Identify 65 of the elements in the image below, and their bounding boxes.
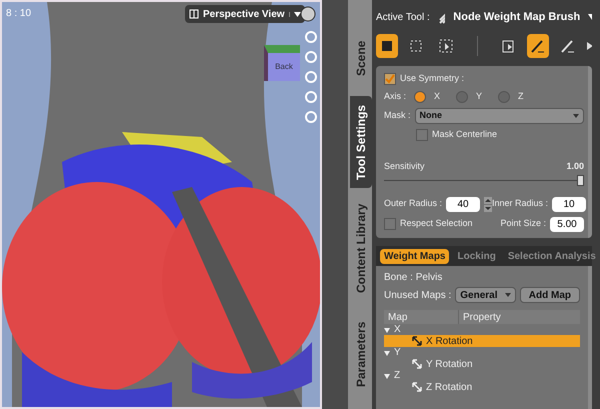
diagonal-arrow-icon xyxy=(412,336,422,346)
side-tab[interactable]: Tool Settings xyxy=(350,96,372,188)
sensitivity-label: Sensitivity xyxy=(384,160,425,173)
mask-dropdown[interactable]: None xyxy=(414,108,584,124)
caret-icon xyxy=(504,293,511,297)
marquee-select-icon xyxy=(438,38,454,54)
sub-tab[interactable]: Locking xyxy=(453,248,500,264)
navigation-cube[interactable]: Back xyxy=(264,45,300,81)
checkbox[interactable] xyxy=(416,129,428,141)
sub-tab[interactable]: Selection Analysis xyxy=(504,248,600,264)
diagonal-arrow-icon xyxy=(412,359,422,369)
caret-icon xyxy=(294,12,301,16)
sphere-icon[interactable] xyxy=(300,6,316,22)
radio-button[interactable] xyxy=(498,91,510,103)
slider-thumb[interactable] xyxy=(577,174,584,186)
point-size-field[interactable]: 5.00 xyxy=(550,216,584,232)
checkbox[interactable] xyxy=(384,73,396,85)
field-label: Point Size : xyxy=(500,217,546,230)
add-map-button[interactable]: Add Map xyxy=(520,287,580,303)
radio-button[interactable] xyxy=(456,91,468,103)
spinner-icon[interactable] xyxy=(484,196,492,212)
tree-item[interactable]: Z Rotation xyxy=(384,381,580,393)
cube-label: Back xyxy=(275,61,293,73)
camera-icon xyxy=(189,9,199,19)
axis-label: Axis : xyxy=(384,90,406,104)
brush-icon xyxy=(530,38,546,54)
expanded-arrow-icon[interactable] xyxy=(384,326,390,332)
unused-maps-dropdown[interactable]: General xyxy=(455,287,516,303)
active-tool-name: Node Weight Map Brush xyxy=(453,10,580,25)
field-label: Inner Radius : xyxy=(492,197,548,210)
bone-label: Bone : Pelvis xyxy=(384,271,444,284)
diagonal-arrow-icon xyxy=(412,382,422,392)
sub-tab[interactable]: Weight Maps xyxy=(380,248,450,264)
caret-icon[interactable] xyxy=(588,14,592,20)
active-tool-label: Active Tool : xyxy=(376,10,430,24)
tree-item[interactable]: X Rotation xyxy=(384,335,580,347)
brush-tool-button[interactable] xyxy=(527,34,549,58)
column-header: Map xyxy=(384,310,459,324)
caret-icon[interactable] xyxy=(586,42,592,50)
field-label: Outer Radius : xyxy=(384,197,442,210)
unused-maps-label: Unused Maps : xyxy=(384,288,452,302)
expanded-arrow-icon[interactable] xyxy=(384,350,390,356)
radio-label: X xyxy=(434,90,440,104)
checkbox-label: Mask Centerline xyxy=(432,128,498,142)
selection-icon xyxy=(408,38,424,54)
expanded-arrow-icon[interactable] xyxy=(384,372,390,378)
column-header: Property xyxy=(462,311,502,324)
tree-group-label: X xyxy=(394,323,401,337)
tree-group-label: Y xyxy=(394,346,401,360)
checkbox-label: Respect Selection xyxy=(400,217,473,230)
tree-item[interactable]: Y Rotation xyxy=(384,358,580,370)
checkbox-label: Use Symmetry : xyxy=(400,72,464,86)
tree-group-label: Z xyxy=(394,369,400,383)
inner-radius-field[interactable]: 10 xyxy=(552,196,586,212)
brush-icon xyxy=(560,38,576,54)
frame-counter: 8 : 10 xyxy=(6,7,32,21)
caret-icon xyxy=(573,114,579,118)
mask-label: Mask : xyxy=(384,109,411,122)
checkbox[interactable] xyxy=(384,218,396,230)
outer-radius-field[interactable]: 40 xyxy=(446,196,480,212)
radio-label: Y xyxy=(476,90,482,104)
radio-label: Z xyxy=(518,90,524,104)
radio-button[interactable] xyxy=(414,91,426,103)
sensitivity-value: 1.00 xyxy=(566,160,584,173)
view-button[interactable]: Perspective View xyxy=(185,5,305,23)
